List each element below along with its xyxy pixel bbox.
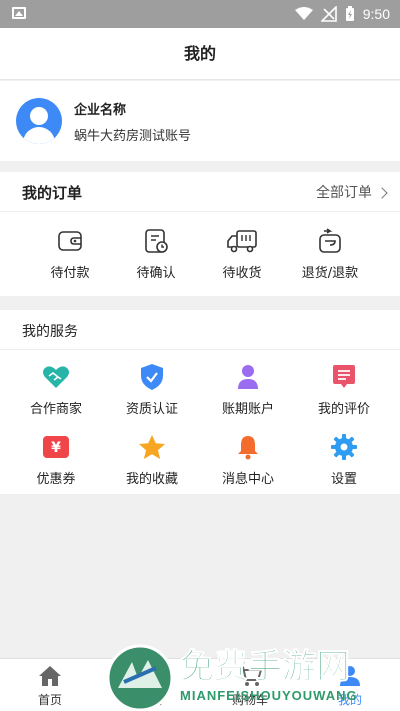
all-orders-link[interactable]: 全部订单: [316, 182, 388, 202]
home-icon: [39, 666, 61, 686]
service-partner-merchants-label: 合作商家: [29, 402, 82, 417]
service-favorites[interactable]: 我的收藏: [102, 432, 202, 487]
order-pending-receive[interactable]: 待收货: [192, 226, 292, 281]
gallery-notification-icon: [12, 7, 26, 19]
service-coupons[interactable]: ¥ 优惠券: [6, 432, 106, 487]
order-pending-receive-label: 待收货: [222, 266, 262, 281]
service-qualification[interactable]: 资质认证: [102, 362, 202, 417]
profile-card[interactable]: 企业名称 蜗牛大药房测试账号: [0, 81, 400, 161]
nav-home[interactable]: 首页: [0, 659, 100, 711]
no-signal-icon: [320, 6, 337, 22]
bell-icon: [238, 436, 258, 460]
service-credit-account[interactable]: 账期账户: [198, 362, 298, 417]
coupon-icon: ¥: [43, 436, 69, 458]
service-partner-merchants[interactable]: 合作商家: [6, 362, 106, 417]
truck-icon: [227, 230, 257, 253]
order-pending-confirm-label: 待确认: [136, 266, 176, 281]
company-label: 企业名称: [74, 103, 127, 118]
chevron-right-icon: [376, 186, 388, 199]
order-return-refund[interactable]: 退货/退款: [280, 226, 380, 281]
return-icon: [319, 228, 341, 253]
service-qualification-label: 资质认证: [125, 402, 178, 417]
all-orders-label: 全部订单: [316, 185, 372, 201]
watermark-title: 免费手游网: [180, 647, 350, 687]
avatar[interactable]: [16, 98, 62, 144]
services-section: 我的服务 合作商家 资质认证 账期账户 我的评价 ¥ 优惠券 我的收藏 消息中心…: [0, 310, 400, 494]
service-credit-account-label: 账期账户: [221, 402, 274, 417]
page-title: 我的: [0, 28, 400, 80]
status-bar: 9:50: [0, 0, 400, 28]
service-favorites-label: 我的收藏: [125, 472, 178, 487]
account-name: 蜗牛大药房测试账号: [74, 129, 192, 144]
user-icon: [238, 365, 258, 389]
site-watermark: 免费手游网 MIANFEISHOUYOUWANG: [106, 644, 358, 711]
service-my-reviews-label: 我的评价: [317, 402, 370, 417]
watermark-subtitle: MIANFEISHOUYOUWANG: [180, 688, 358, 703]
orders-title: 我的订单: [22, 184, 83, 202]
handshake-heart-icon: [43, 366, 69, 388]
service-messages-label: 消息中心: [221, 472, 274, 487]
battery-charging-icon: [345, 6, 354, 21]
service-settings[interactable]: 设置: [294, 432, 394, 487]
order-pending-payment[interactable]: 待付款: [20, 226, 120, 281]
pending-confirm-icon: [145, 229, 168, 253]
service-messages[interactable]: 消息中心: [198, 432, 298, 487]
wifi-icon: [294, 7, 313, 20]
order-pending-confirm[interactable]: 待确认: [106, 226, 206, 281]
clock: 9:50: [362, 6, 390, 22]
shield-check-icon: [141, 364, 163, 390]
service-my-reviews[interactable]: 我的评价: [294, 362, 394, 417]
wallet-icon: [58, 231, 82, 251]
services-title: 我的服务: [22, 324, 78, 340]
gear-icon: [331, 434, 357, 460]
comment-icon: [333, 365, 355, 388]
svg-text:¥: ¥: [51, 440, 61, 456]
star-icon: [139, 435, 165, 459]
service-settings-label: 设置: [330, 472, 357, 487]
nav-home-label: 首页: [37, 693, 62, 707]
order-pending-payment-label: 待付款: [50, 266, 90, 281]
order-return-refund-label: 退货/退款: [301, 266, 359, 281]
orders-section: 我的订单 全部订单 待付款 待确认 待收货 退货/退款: [0, 172, 400, 296]
service-coupons-label: 优惠券: [36, 472, 76, 487]
